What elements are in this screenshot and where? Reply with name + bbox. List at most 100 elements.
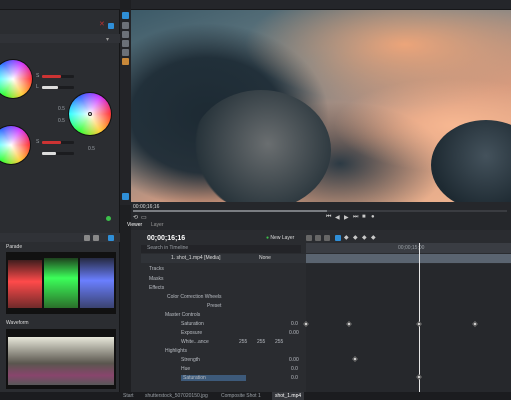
scopes-toolbar [0, 233, 120, 242]
strength-value[interactable]: 0.00 [289, 357, 299, 363]
waveform-scope [6, 329, 116, 389]
hue-value[interactable]: 0.0 [291, 366, 298, 372]
row-strength: Strength [181, 357, 200, 363]
slider-label-s: S [36, 73, 40, 79]
record-icon[interactable]: ● [371, 214, 375, 220]
shadows-color-wheel[interactable] [0, 60, 32, 98]
waveform-label: Waveform [6, 320, 29, 326]
wheel-handle[interactable] [88, 112, 92, 116]
layer-row[interactable]: 1. shot_1.mp4 [Media] None [141, 254, 306, 263]
status-dot-icon [106, 216, 111, 221]
row-master-controls: Master Controls [165, 312, 201, 318]
scrub-bar[interactable] [133, 210, 507, 212]
row-masks: Masks [149, 276, 164, 282]
value-c: 0.5 [88, 146, 95, 152]
cloud-shape [431, 120, 511, 202]
layout-icon[interactable] [84, 235, 90, 241]
viewer-top-strip [131, 0, 511, 10]
tab-layer[interactable]: Layer [151, 222, 164, 228]
layout-icon[interactable] [93, 235, 99, 241]
keyframe-icon[interactable]: ◆ [344, 234, 349, 241]
tab-shot[interactable]: shot_1.mp4 [272, 392, 305, 400]
step-back-icon[interactable]: ⏮ [326, 214, 331, 221]
play-icon[interactable]: ▶ [344, 214, 349, 221]
chevron-down-icon[interactable]: ▾ [106, 36, 109, 43]
tool-column [120, 10, 131, 205]
slider-label-l: L [36, 84, 39, 90]
time-ruler[interactable]: 00;00;15;00 [306, 243, 511, 253]
row-highlights: Highlights [165, 348, 187, 354]
value-b: 0.5 [58, 118, 65, 124]
scopes-panel: Parade Waveform [0, 225, 120, 392]
pen-tool-icon[interactable] [122, 49, 129, 56]
highlights-color-wheel[interactable] [0, 126, 30, 164]
search-placeholder: Search in Timeline [147, 245, 189, 251]
expand-icon[interactable] [108, 23, 114, 29]
tab-image[interactable]: shutterstock_507020150.jpg [142, 392, 211, 400]
toolbar-icon-active[interactable] [335, 235, 341, 241]
crop-tool-icon[interactable] [122, 40, 129, 47]
ruler-mark: 00;00;15;00 [398, 245, 425, 251]
loop-icon[interactable]: ⟲ [133, 214, 138, 221]
color-wheels-panel: ✕ ▾ S L 0.5 0.5 S 0.5 [0, 0, 120, 225]
keyframe-icon[interactable]: ◆ [371, 234, 376, 241]
row-hl-saturation: Saturation [181, 375, 246, 381]
text-tool-icon[interactable] [122, 31, 129, 38]
row-saturation: Saturation [181, 321, 204, 327]
highlights-slider-2[interactable] [42, 152, 74, 155]
toolbar-icon[interactable] [306, 235, 312, 241]
close-icon[interactable]: ✕ [99, 21, 105, 28]
saturation-value[interactable]: 0.0 [291, 321, 298, 327]
timeline-toolbar: ◆ ◆ ◆ ◆ [306, 235, 386, 242]
tab-composite[interactable]: Composite Shot 1 [218, 392, 264, 400]
highlights-slider-1[interactable] [42, 141, 74, 144]
viewer-canvas[interactable] [131, 10, 511, 202]
expand-icon[interactable] [108, 235, 114, 241]
add-icon: ● [266, 235, 270, 241]
slider-label-s2: S [36, 139, 40, 145]
wb-value-2[interactable]: 255 [257, 339, 265, 345]
parade-label: Parade [6, 244, 23, 250]
hl-saturation-value[interactable]: 0.0 [291, 375, 298, 381]
tab-start[interactable]: Start [120, 392, 137, 400]
snap-icon[interactable] [122, 193, 129, 200]
hand-tool-icon[interactable] [122, 22, 129, 29]
wb-value-1[interactable]: 255 [239, 339, 247, 345]
safe-area-icon[interactable]: ▭ [141, 214, 147, 221]
wb-value-3[interactable]: 255 [275, 339, 283, 345]
shadows-slider-2[interactable] [42, 86, 74, 89]
toolbar-icon[interactable] [324, 235, 330, 241]
layer-clip-bar[interactable] [306, 254, 511, 263]
track-area[interactable] [306, 264, 511, 392]
timeline-panel: 00;00;16;16 ● New Layer ◆ ◆ ◆ ◆ Search i… [131, 230, 511, 392]
layer-name: 1. shot_1.mp4 [Media] [171, 255, 221, 261]
row-effects: Effects [149, 285, 165, 291]
row-preset: Preset [207, 303, 222, 309]
new-layer-label: New Layer [270, 235, 295, 241]
viewer-controls: 00:00;16;16 ⟲ ▭ ⏮ ◀ ▶ ⏭ ■ ● Viewer Layer [127, 202, 511, 230]
step-forward-icon[interactable]: ⏭ [353, 214, 358, 221]
shadows-slider-1[interactable] [42, 75, 74, 78]
select-tool-icon[interactable] [122, 12, 129, 19]
play-reverse-icon[interactable]: ◀ [335, 214, 340, 221]
exposure-value[interactable]: 0.00 [289, 330, 299, 336]
row-color-correction: Color Correction Wheels [167, 294, 222, 300]
new-layer-button[interactable]: ● New Layer [266, 235, 294, 241]
rgb-parade-scope [6, 252, 116, 314]
stop-icon[interactable]: ■ [362, 214, 366, 220]
wheels-toolbar [0, 34, 120, 43]
keyframe-icon[interactable]: ◆ [362, 234, 367, 241]
toolbar-icon[interactable] [315, 235, 321, 241]
row-hue: Hue [181, 366, 191, 372]
blend-mode[interactable]: None [259, 255, 271, 261]
row-exposure: Exposure [181, 330, 203, 336]
brush-tool-icon[interactable] [122, 58, 129, 65]
wheels-header [0, 0, 120, 10]
timeline-timecode: 00;00;16;16 [147, 235, 186, 242]
row-white-balance: White...ance [181, 339, 209, 345]
tab-viewer[interactable]: Viewer [127, 222, 142, 228]
value-a: 0.5 [58, 106, 65, 112]
keyframe-icon[interactable]: ◆ [353, 234, 358, 241]
playhead[interactable] [419, 243, 420, 392]
search-input[interactable]: Search in Timeline [141, 245, 301, 253]
